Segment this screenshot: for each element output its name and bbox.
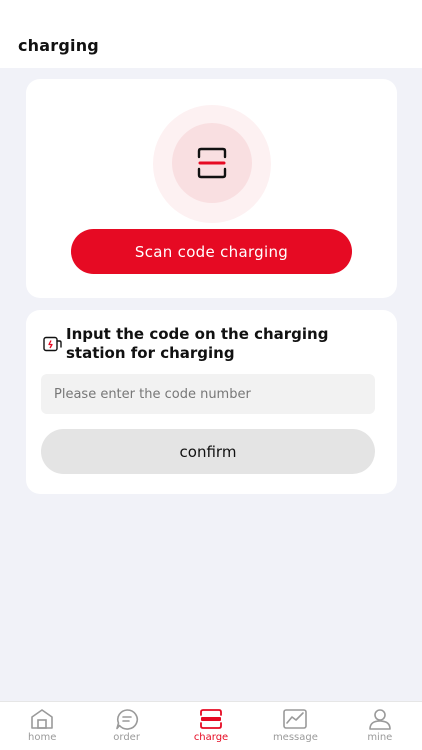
scan-code-charging-button[interactable]: Scan code charging (71, 229, 352, 274)
tab-charge[interactable]: charge (169, 702, 253, 750)
code-entry-card: Input the code on the charging station f… (26, 310, 397, 494)
tab-order-label: order (113, 732, 140, 743)
tab-charge-label: charge (193, 732, 229, 743)
code-number-input[interactable] (41, 374, 375, 414)
charging-station-icon (43, 336, 63, 352)
page-title: charging (18, 36, 99, 55)
tab-mine[interactable]: mine (338, 702, 422, 750)
bottom-tab-bar: home order charge message mine (0, 701, 422, 750)
scan-card: Scan code charging (26, 79, 397, 298)
tab-message[interactable]: message (253, 702, 337, 750)
message-icon (282, 708, 308, 730)
code-entry-title: Input the code on the charging station f… (66, 325, 329, 362)
home-icon (29, 708, 55, 730)
tab-home[interactable]: home (0, 702, 84, 750)
scan-icon[interactable] (196, 139, 228, 187)
tab-order[interactable]: order (84, 702, 168, 750)
tab-mine-label: mine (367, 732, 393, 743)
order-icon (114, 708, 140, 730)
tab-message-label: message (272, 732, 318, 743)
header-bar: charging (0, 0, 422, 68)
confirm-button[interactable]: confirm (41, 429, 375, 474)
person-icon (367, 708, 393, 730)
tab-home-label: home (28, 732, 57, 743)
charge-scan-icon (198, 708, 224, 730)
